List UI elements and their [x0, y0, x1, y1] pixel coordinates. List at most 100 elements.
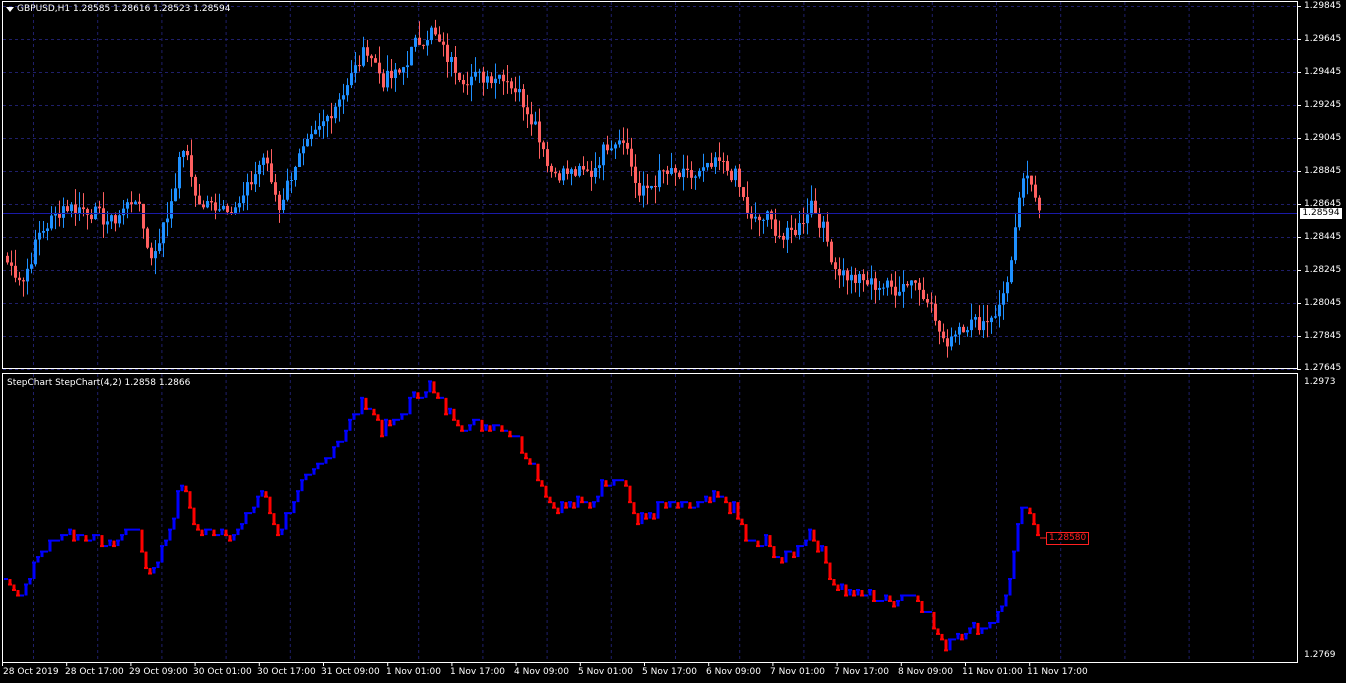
- candle-body: [562, 168, 565, 181]
- candle-body: [374, 58, 377, 63]
- candle-body: [818, 213, 821, 228]
- stepchart-layer: [4, 380, 1046, 652]
- price-tick: 1.29445: [1304, 67, 1342, 77]
- candle-body: [446, 44, 449, 62]
- candle-body: [982, 321, 985, 331]
- candle-body: [758, 216, 761, 221]
- candle-body: [230, 212, 233, 214]
- candle-body: [710, 162, 713, 167]
- candle-body: [630, 148, 633, 167]
- candle-body: [558, 173, 561, 181]
- candle-body: [1006, 282, 1009, 294]
- time-label: 8 Nov 09:00: [898, 667, 953, 677]
- candle-body: [666, 170, 669, 174]
- candle-body: [506, 81, 509, 83]
- candle-body: [546, 149, 549, 166]
- candle-body: [1030, 175, 1033, 185]
- candle-body: [938, 320, 941, 332]
- candle-body: [790, 227, 793, 230]
- candle-body: [602, 144, 605, 166]
- candle-body: [442, 41, 445, 45]
- candle-body: [114, 215, 117, 224]
- time-label: 7 Nov 17:00: [834, 667, 889, 677]
- candle-body: [550, 165, 553, 172]
- time-label: 1 Nov 17:00: [450, 667, 505, 677]
- candle-body: [134, 201, 137, 205]
- candle-body: [466, 84, 469, 86]
- candle-body: [354, 65, 357, 74]
- candle-body: [530, 114, 533, 125]
- candle-body: [646, 185, 649, 189]
- candle-body: [634, 166, 637, 183]
- candle-body: [582, 166, 585, 170]
- candle-body: [822, 221, 825, 228]
- candle-body: [482, 71, 485, 83]
- candle-body: [722, 160, 725, 162]
- candle-body: [742, 187, 745, 198]
- time-label: 28 Oct 17:00: [65, 667, 124, 677]
- candle-body: [1022, 178, 1025, 198]
- candle-body: [878, 287, 881, 290]
- candle-body: [334, 106, 337, 119]
- candle-body: [1026, 175, 1029, 179]
- candle-body: [726, 161, 729, 171]
- candle-body: [198, 195, 201, 205]
- candle-body: [14, 265, 17, 278]
- candle-body: [870, 278, 873, 285]
- candle-body: [266, 157, 269, 164]
- candle-body: [294, 166, 297, 181]
- candle-body: [734, 168, 737, 181]
- candle-body: [794, 229, 797, 235]
- candle-body: [762, 219, 765, 221]
- candle-body: [926, 299, 929, 303]
- candle-body: [326, 116, 329, 122]
- candle-body: [690, 170, 693, 178]
- price-tick: 1.28845: [1304, 166, 1342, 176]
- time-label: 30 Oct 17:00: [257, 667, 316, 677]
- candle-body: [778, 235, 781, 237]
- price-tick: 1.29845: [1304, 1, 1342, 11]
- candle-body: [362, 47, 365, 66]
- candle-body: [250, 182, 253, 185]
- chart-menu-triangle-icon[interactable]: [6, 7, 14, 12]
- candle-body: [206, 201, 209, 208]
- candle-body: [526, 107, 529, 115]
- candle-body: [566, 168, 569, 174]
- main-grid: [3, 2, 1297, 370]
- candle-body: [318, 126, 321, 130]
- time-label: 5 Nov 01:00: [578, 667, 633, 677]
- candle-body: [862, 274, 865, 281]
- candle-body: [930, 302, 933, 304]
- time-label: 7 Nov 01:00: [770, 667, 825, 677]
- candle-body: [262, 157, 265, 165]
- time-label: 30 Oct 01:00: [193, 667, 252, 677]
- candle-body: [902, 284, 905, 292]
- candle-body: [806, 214, 809, 224]
- time-label: 5 Nov 17:00: [642, 667, 697, 677]
- candles-layer: [6, 19, 1041, 358]
- candle-body: [514, 88, 517, 93]
- candle-body: [258, 164, 261, 175]
- candle-body: [150, 247, 153, 259]
- candle-body: [730, 170, 733, 181]
- candle-body: [942, 331, 945, 339]
- candle-body: [538, 121, 541, 143]
- candle-body: [478, 71, 481, 73]
- candle-body: [394, 69, 397, 79]
- candle-body: [874, 278, 877, 290]
- candle-body: [10, 262, 13, 266]
- candle-body: [886, 280, 889, 288]
- candle-body: [786, 227, 789, 240]
- candle-body: [678, 172, 681, 178]
- candle-body: [970, 319, 973, 331]
- candle-body: [894, 286, 897, 296]
- candle-body: [774, 219, 777, 236]
- candle-body: [946, 338, 949, 347]
- candle-body: [454, 56, 457, 73]
- candle-body: [410, 46, 413, 66]
- candle-body: [998, 304, 1001, 317]
- main-chart-pane[interactable]: [0, 0, 1346, 683]
- price-tick: 1.27845: [1304, 331, 1342, 341]
- candle-body: [370, 55, 373, 59]
- candle-body: [338, 99, 341, 107]
